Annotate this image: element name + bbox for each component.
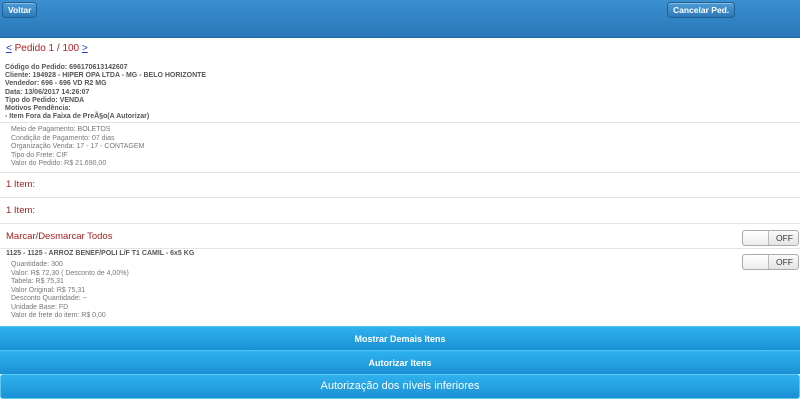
item-details: Quantidade: 300 Valor: R$ 72,30 ( Descon… [11,261,129,321]
sales-org: Organização Venda: 17 - 17 - CONTAGEM [11,143,145,151]
order-details: Meio de Pagamento: BOLETOS Condição de P… [11,126,144,169]
divider [0,248,800,249]
prev-order-link[interactable]: < [6,43,12,54]
item-toggle[interactable]: OFF [742,254,799,270]
lower-levels-authorization-button[interactable]: Autorização dos níveis inferiores [0,374,800,399]
order-info: Código do Pedido: 696170613142607 Client… [5,64,206,121]
item-value: Valor: R$ 72,30 ( Desconto de 4,00%) [11,269,129,277]
select-all-label: Marcar/Desmarcar Todos [6,231,113,242]
back-button[interactable]: Voltar [2,2,38,18]
next-order-link[interactable]: > [82,43,88,54]
select-all-toggle[interactable]: OFF [742,230,799,246]
divider [0,122,800,123]
order-pager: < Pedido 1 / 100 > [6,43,88,54]
show-more-items-button[interactable]: Mostrar Demais Itens [0,326,800,350]
payment-condition: Condição de Pagamento: 07 dias [11,134,115,142]
header-bar: Voltar Cancelar Ped. [0,0,800,38]
order-date: Data: 13/06/2017 14:26:07 [5,88,90,96]
item-freight-value: Valor de frete do item: R$ 0,00 [11,312,106,319]
divider [0,172,800,173]
item-quantity: Quantidade: 300 [11,261,63,268]
freight-type: Tipo do Frete: CIF [11,151,68,159]
pager-text: Pedido 1 / 100 [14,43,80,54]
item-table-price: Tabela: R$ 75,31 [11,278,64,285]
pending-reasons-label: Motivos Pendência: [5,105,71,113]
toggle-knob [743,255,769,269]
items-count-label: 1 Item: [6,205,36,216]
items-count-label: 1 Item: [6,179,36,190]
order-value: Valor do Pedido: R$ 21.690,00 [11,160,107,168]
item-unit: Unidade Base: FD [11,303,69,311]
order-seller: Vendedor: 696 - 696 VD R2 MG [5,80,107,88]
toggle-knob [743,231,769,245]
order-type: Tipo do Pedido: VENDA [5,96,85,104]
cancel-order-button[interactable]: Cancelar Ped. [667,2,736,18]
item-original-value: Valor Original: R$ 75,31 [11,286,86,294]
order-code: Código do Pedido: 696170613142607 [5,64,128,71]
authorize-items-button[interactable]: Autorizar Itens [0,350,800,374]
pending-reason: - Item Fora da Faixa de PreÃ§o(A Autoriz… [5,113,150,121]
item-qty-discount: Desconto Quantidade: -- [11,295,88,302]
toggle-state: OFF [776,257,793,267]
item-title: 1125 - 1125 - ARROZ BENEF/POLI L/F T1 CA… [6,250,195,257]
payment-method: Meio de Pagamento: BOLETOS [11,126,111,133]
order-client: Cliente: 194928 - HIPER OPA LTDA - MG - … [5,72,207,80]
divider [0,223,800,224]
divider [0,197,800,198]
toggle-state: OFF [776,233,793,243]
